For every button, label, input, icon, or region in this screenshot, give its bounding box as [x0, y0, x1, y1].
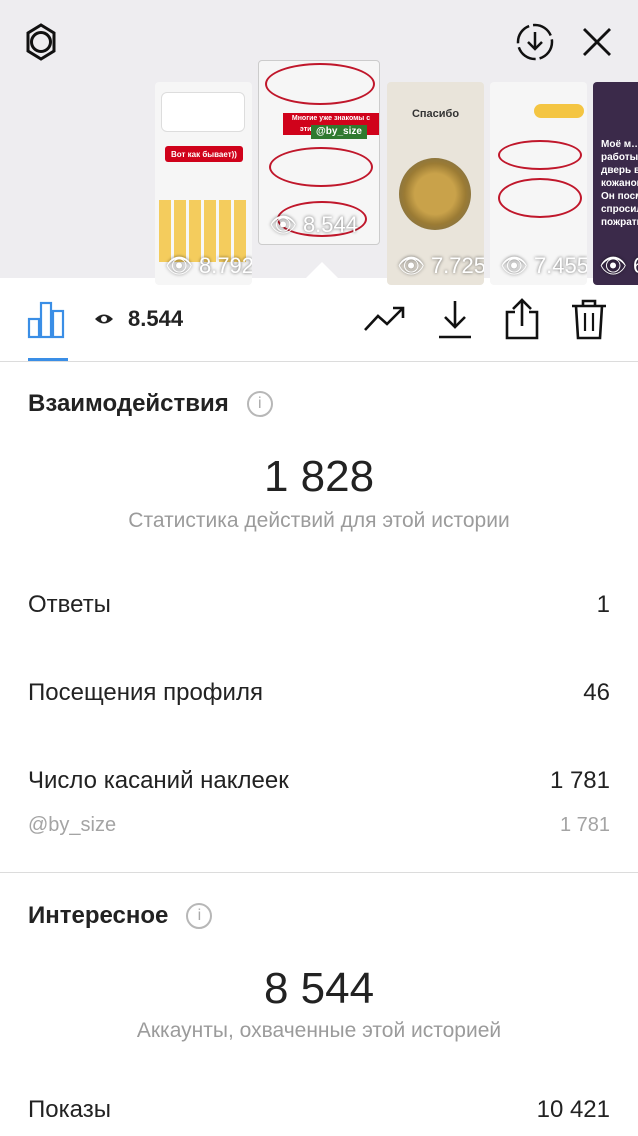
discovery-total: 8 544 [263, 964, 375, 1013]
interactions-header: Взаимодействия i [28, 390, 273, 418]
stat-label: Посещения профиля [28, 679, 263, 706]
interactions-title: Взаимодействия [28, 390, 229, 417]
trash-icon [572, 299, 606, 340]
story-caption: Моё м… работы, а я … дверь в чул… кожано… [601, 139, 638, 228]
sticker-label: @by_size [28, 814, 117, 836]
eye-icon: 👁 [397, 253, 425, 278]
story-thumbnail[interactable]: Вот как бывает)) 👁 8.792 [155, 82, 252, 285]
stat-value: 1 781 [549, 767, 610, 794]
sticker-value: 1 781 [559, 814, 610, 836]
promote-button[interactable] [362, 296, 408, 342]
thumbnail-views: 8.544 [302, 212, 358, 237]
eye-icon: 👁 [165, 253, 193, 278]
story-caption: Вот как бывает)) [165, 146, 243, 162]
insights-toolbar: 8.544 [0, 278, 638, 362]
eye-icon: 👁 [269, 212, 297, 237]
close-button[interactable] [573, 18, 621, 66]
circle-download-icon [516, 23, 554, 61]
story-views: 8.544 [94, 306, 183, 332]
info-icon[interactable]: i [246, 391, 273, 417]
download-button[interactable] [432, 296, 478, 342]
eye-icon: 👁 [500, 253, 528, 278]
bar-chart-icon [27, 301, 65, 339]
story-thumbnail[interactable]: Моё м… работы, а я … дверь в чул… кожано… [593, 82, 638, 285]
eye-icon: 👁 [599, 253, 627, 278]
close-icon [583, 28, 611, 56]
discovery-header: Интересное i [28, 902, 213, 930]
stat-row-profile-visits: Посещения профиля 46 [28, 679, 610, 707]
selected-pointer [306, 262, 338, 278]
story-thumbnail[interactable]: Спасибо 👁 7.725 [387, 82, 484, 285]
share-icon [505, 298, 539, 340]
thumbnail-views: 8.792 [198, 253, 252, 278]
interactions-total: 1 828 [263, 452, 375, 501]
stat-value: 1 [596, 591, 610, 618]
trend-up-icon [364, 306, 405, 331]
active-tab-indicator [28, 358, 68, 361]
discovery-total-label: Аккаунты, охваченные этой историей [136, 1019, 502, 1042]
gear-icon [26, 23, 56, 61]
thumbnail-views: 7.455 [533, 253, 587, 278]
thumbnail-views: 7.725 [430, 253, 484, 278]
stat-label: Ответы [28, 591, 111, 618]
discovery-title: Интересное [28, 902, 169, 929]
thumbnail-views: 6. [633, 253, 638, 279]
story-thumbnail[interactable]: 👁 7.455 [490, 82, 587, 285]
stat-row-sticker-by-size[interactable]: @by_size 1 781 [28, 814, 610, 837]
eye-icon [95, 314, 113, 324]
save-story-button[interactable] [511, 18, 559, 66]
views-count-value: 8.544 [128, 306, 184, 331]
stat-row-replies: Ответы 1 [28, 591, 610, 619]
insights-tab[interactable] [24, 296, 70, 342]
settings-button[interactable] [17, 18, 65, 66]
story-preview-strip: Вот как бывает)) 👁 8.792 Многие уже знак… [0, 0, 638, 285]
stat-label: Число касаний наклеек [28, 767, 289, 794]
stat-value: 46 [583, 679, 610, 706]
interactions-total-label: Статистика действий для этой истории [128, 509, 510, 532]
delete-button[interactable] [566, 296, 612, 342]
download-icon [439, 301, 471, 339]
section-divider [0, 872, 638, 873]
info-icon[interactable]: i [186, 903, 213, 929]
stat-label: Показы [28, 1096, 111, 1123]
story-thumbnail-selected[interactable]: Многие уже знакомы с этими брендами)) @b… [258, 60, 380, 245]
stat-value: 10 421 [536, 1096, 610, 1123]
stat-row-sticker-taps: Число касаний наклеек 1 781 [28, 767, 610, 795]
story-sticker: @by_size [311, 125, 367, 139]
stat-row-impressions: Показы 10 421 [28, 1096, 610, 1124]
share-button[interactable] [499, 296, 545, 342]
story-caption: Спасибо [411, 108, 460, 120]
